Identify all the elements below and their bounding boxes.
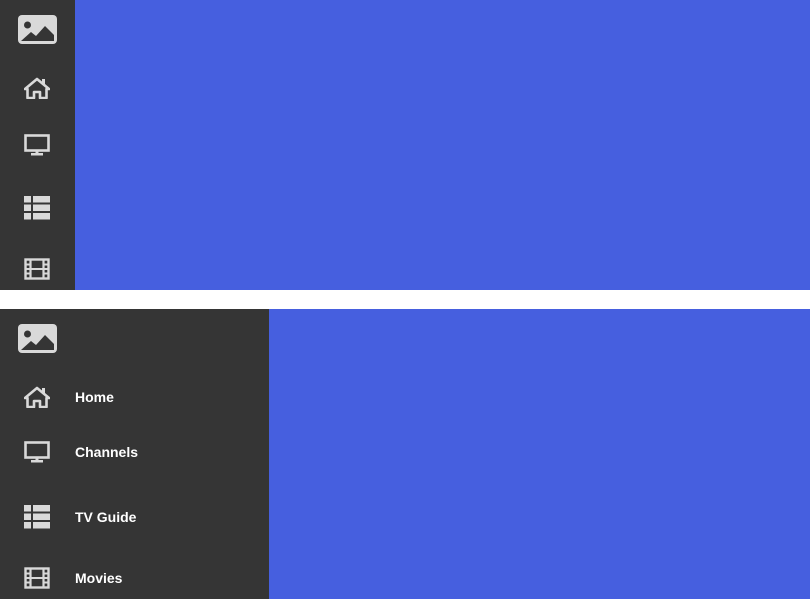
list-icon bbox=[22, 193, 52, 223]
nav-item-home[interactable] bbox=[0, 70, 75, 106]
nav-item-channels[interactable] bbox=[0, 127, 75, 163]
nav-item-movies[interactable]: Movies bbox=[0, 560, 269, 596]
monitor-icon bbox=[22, 437, 52, 467]
nav-item-movies[interactable] bbox=[0, 251, 75, 287]
nav-label-tv-guide: TV Guide bbox=[75, 509, 137, 525]
film-icon bbox=[22, 254, 52, 284]
image-logo-icon[interactable] bbox=[18, 324, 57, 353]
nav-item-channels[interactable]: Channels bbox=[0, 434, 269, 470]
nav-item-tv-guide[interactable] bbox=[0, 190, 75, 226]
nav-item-home[interactable]: Home bbox=[0, 379, 269, 415]
home-icon bbox=[22, 382, 52, 412]
nav-label-movies: Movies bbox=[75, 570, 123, 586]
film-icon bbox=[22, 563, 52, 593]
home-icon bbox=[22, 73, 52, 103]
collapsed-sidebar-view bbox=[0, 0, 810, 290]
list-icon bbox=[22, 502, 52, 532]
content-area bbox=[269, 309, 810, 599]
nav-label-home: Home bbox=[75, 389, 114, 405]
content-area bbox=[75, 0, 810, 290]
nav-item-tv-guide[interactable]: TV Guide bbox=[0, 499, 269, 535]
monitor-icon bbox=[22, 130, 52, 160]
image-logo-icon[interactable] bbox=[18, 15, 57, 44]
sidebar-expanded: Home Channels TV Guide Movies bbox=[0, 309, 269, 599]
expanded-sidebar-view: Home Channels TV Guide Movies bbox=[0, 309, 810, 599]
nav-label-channels: Channels bbox=[75, 444, 139, 460]
sidebar-collapsed bbox=[0, 0, 75, 290]
